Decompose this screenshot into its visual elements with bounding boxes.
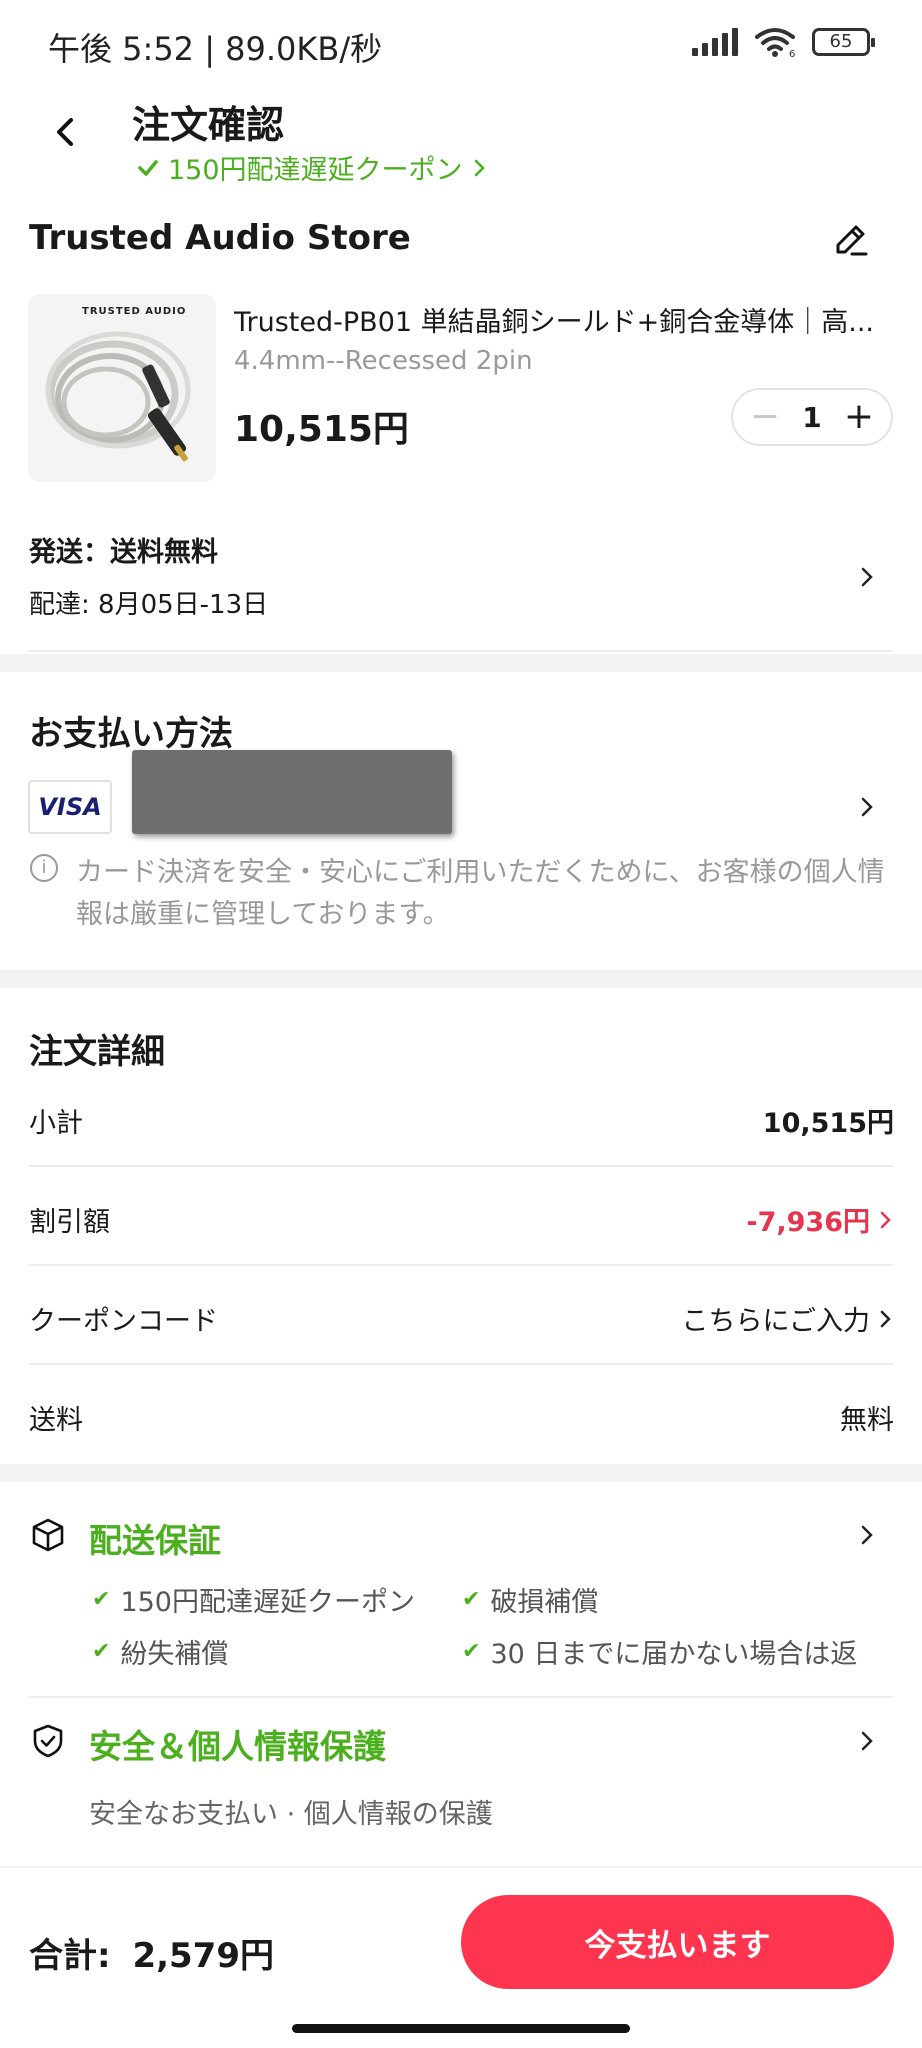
status-time-speed: 午後 5:52 | 89.0KB/秒 [48,30,383,68]
total-value: 2,579円 [132,1936,274,1976]
divider [29,650,893,652]
security-subtitle: 安全なお支払い · 個人情報の保護 [89,1799,493,1830]
header: 注文確認 150円配達遅延クーポン [0,90,922,190]
status-bar: 午後 5:52 | 89.0KB/秒 6 65 [0,0,922,90]
guarantee-item: ✔ 150円配達遅延クーポン [92,1580,415,1619]
chevron-right-icon [474,159,485,176]
chevron-right-icon[interactable] [852,1520,882,1550]
section-divider [0,1464,922,1482]
signal-icon [692,28,738,56]
header-coupon-link[interactable]: 150円配達遅延クーポン [138,148,487,187]
check-icon [138,159,158,176]
guarantee-item-text: 紛失補償 [120,1639,229,1670]
shipping-fee-amount: 無料 [840,1405,894,1436]
chevron-right-icon[interactable] [852,1726,882,1756]
divider [29,1363,893,1365]
guarantee-item: ✔ 30 日までに届かない場合は返 [462,1632,857,1671]
quantity-value: 1 [802,400,822,434]
chevron-right-icon [880,1211,891,1228]
battery-level: 65 [829,31,853,52]
check-icon: ✔ [462,1587,481,1612]
check-icon: ✔ [462,1639,481,1664]
shipping-fee-value: 無料 [840,1398,894,1437]
check-icon: ✔ [92,1587,111,1612]
pay-now-button[interactable]: 今支払います [461,1895,894,1989]
security-title[interactable]: 安全＆個人情報保護 [89,1720,386,1768]
home-indicator[interactable] [292,2024,630,2033]
divider [29,1264,893,1266]
coupon-code-input[interactable]: こちらにご入力 [682,1299,894,1338]
visa-card-icon[interactable]: VISA [28,780,112,834]
product-image-brand: TRUSTED AUDIO [82,306,187,317]
discount-amount: -7,936円 [746,1207,870,1238]
info-icon: i [30,854,58,882]
chevron-right-icon [880,1310,891,1327]
order-details-title: 注文詳細 [29,1032,165,1072]
guarantee-item-text: 150円配達遅延クーポン [120,1587,415,1618]
section-divider [0,970,922,988]
header-coupon-text: 150円配達遅延クーポン [168,155,463,186]
divider [29,1165,893,1167]
battery-icon: 65 [812,28,875,56]
chevron-right-icon[interactable] [852,792,882,822]
section-divider [0,654,922,672]
quantity-decrease-button[interactable]: − [747,399,783,435]
masked-card-number[interactable] [132,750,452,834]
edit-pencil-icon[interactable] [832,220,870,258]
back-arrow-icon[interactable] [44,110,88,154]
subtotal-label: 小計 [29,1108,83,1139]
shipping-label: 発送：送料無料 [29,537,218,568]
delivery-guarantee-title[interactable]: 配送保証 [89,1514,221,1562]
subtotal-value: 10,515円 [763,1101,894,1140]
network-type-label: 6 [789,49,795,58]
quantity-increase-button[interactable]: + [841,399,877,435]
shipping-row[interactable]: 発送：送料無料 配達: 8月05日-13日 [0,520,922,640]
chevron-right-icon [861,567,873,587]
delivery-date: 配達: 8月05日-13日 [29,590,269,620]
payment-method-title: お支払い方法 [29,714,233,754]
coupon-code-label: クーポンコード [29,1306,218,1337]
total: 合計: 2,579円 [29,1928,274,1977]
shield-check-icon [33,1724,63,1758]
package-box-icon [32,1518,64,1552]
coupon-code-placeholder: こちらにご入力 [681,1306,870,1337]
product-price: 10,515円 [234,409,409,450]
page-title: 注文確認 [132,103,285,147]
product-variant[interactable]: 4.4mm--Recessed 2pin [234,346,533,376]
shipping-fee-label: 送料 [29,1405,83,1436]
store-name[interactable]: Trusted Audio Store [29,218,411,258]
discount-label: 割引額 [29,1207,110,1238]
guarantee-item-text: 30 日までに届かない場合は返 [490,1639,858,1670]
system-icons: 6 65 [692,26,875,58]
guarantee-item: ✔ 紛失補償 [92,1632,228,1671]
discount-value[interactable]: -7,936円 [746,1200,894,1239]
subtotal-amount: 10,515円 [762,1108,894,1139]
guarantee-item-text: 破損補償 [490,1587,599,1618]
guarantee-item: ✔ 破損補償 [462,1580,598,1619]
check-icon: ✔ [92,1639,111,1664]
divider [29,1696,893,1698]
product-image[interactable]: TRUSTED AUDIO [28,294,216,482]
cable-illustration [45,331,191,462]
quantity-stepper: − 1 + [731,388,893,446]
payment-info-text: カード決済を安全・安心にご利用いただくために、お客様の個人情報は厳重に管理してお… [76,857,885,930]
product-title[interactable]: Trusted-PB01 単結晶銅シールド+銅合金導体｜高... [234,300,874,339]
total-label: 合計: [29,1936,111,1976]
bottom-bar: 合計: 2,579円 今支払います [0,1866,922,2048]
wifi-icon: 6 [755,28,795,58]
